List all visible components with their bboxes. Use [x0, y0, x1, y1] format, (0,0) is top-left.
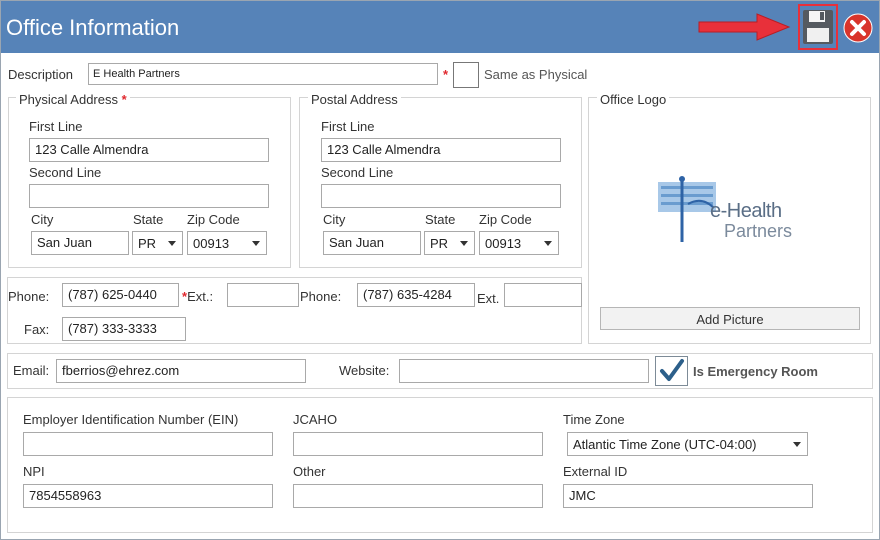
physical-first-line-input[interactable]: 123 Calle Almendra [29, 138, 269, 162]
physical-zip-label: Zip Code [187, 212, 240, 227]
postal-city-label: City [323, 212, 346, 227]
ext-label: *Ext.: [182, 289, 214, 304]
checkmark-icon [660, 359, 684, 381]
caduceus-logo-icon [658, 176, 716, 242]
fax-label: Fax: [24, 322, 50, 337]
website-label: Website: [339, 363, 390, 378]
postal-zip-label: Zip Code [479, 212, 532, 227]
chevron-down-icon [252, 241, 260, 246]
description-label: Description [8, 67, 74, 82]
close-x-icon[interactable] [843, 13, 873, 43]
office-logo-legend: Office Logo [597, 92, 670, 107]
phone-label: Phone: [8, 289, 50, 304]
ext2-input[interactable] [504, 283, 582, 307]
postal-city-input[interactable]: San Juan [323, 231, 421, 255]
emergency-room-label: Is Emergency Room [693, 364, 818, 379]
postal-first-line-input[interactable]: 123 Calle Almendra [321, 138, 561, 162]
chevron-down-icon [460, 241, 468, 246]
physical-state-select[interactable]: PR [132, 231, 183, 255]
email-input[interactable]: fberrios@ehrez.com [56, 359, 306, 383]
phone2-label: Phone: [300, 289, 342, 304]
ext-input[interactable] [227, 283, 299, 307]
postal-second-line-label: Second Line [321, 165, 394, 180]
description-input[interactable]: E Health Partners [88, 63, 438, 85]
logo-brand-top: e-Health [710, 200, 782, 222]
website-input[interactable] [399, 359, 649, 383]
emergency-room-checkbox[interactable] [655, 356, 688, 386]
npi-input[interactable]: 7854558963 [23, 484, 273, 508]
physical-first-line-label: First Line [29, 119, 83, 134]
physical-city-input[interactable]: San Juan [31, 231, 129, 255]
postal-state-select[interactable]: PR [424, 231, 475, 255]
same-as-physical-label: Same as Physical [484, 67, 588, 82]
fax-input[interactable]: (787) 333-3333 [62, 317, 186, 341]
phone-input[interactable]: (787) 625-0440 [62, 283, 179, 307]
email-label: Email: [13, 363, 50, 378]
same-as-physical-checkbox[interactable] [453, 62, 479, 88]
chevron-down-icon [793, 442, 801, 447]
timezone-label: Time Zone [563, 412, 625, 427]
ein-label: Employer Identification Number (EIN) [23, 412, 239, 427]
physical-zip-select[interactable]: 00913 [187, 231, 267, 255]
physical-second-line-input[interactable] [29, 184, 269, 208]
npi-label: NPI [23, 464, 45, 479]
chevron-down-icon [544, 241, 552, 246]
required-asterisk: * [443, 67, 449, 82]
postal-second-line-input[interactable] [321, 184, 561, 208]
save-button[interactable] [798, 4, 838, 50]
external-id-label: External ID [563, 464, 628, 479]
other-label: Other [293, 464, 326, 479]
office-information-window: Office Information Description E Health … [0, 0, 880, 540]
office-logo-image: e-Health Partners [658, 174, 804, 244]
postal-zip-select[interactable]: 00913 [479, 231, 559, 255]
jcaho-label: JCAHO [293, 412, 338, 427]
window-title: Office Information [6, 15, 180, 40]
logo-brand-bottom: Partners [724, 221, 793, 241]
floppy-save-icon [803, 10, 833, 44]
phone2-input[interactable]: (787) 635-4284 [357, 283, 475, 307]
title-bar: Office Information [1, 1, 879, 53]
postal-first-line-label: First Line [321, 119, 375, 134]
physical-state-label: State [133, 212, 164, 227]
postal-state-label: State [425, 212, 456, 227]
jcaho-input[interactable] [293, 432, 543, 456]
timezone-select[interactable]: Atlantic Time Zone (UTC-04:00) [567, 432, 808, 456]
ext2-label: Ext. [477, 291, 500, 306]
ein-input[interactable] [23, 432, 273, 456]
physical-address-legend: Physical Address * [16, 92, 130, 107]
other-input[interactable] [293, 484, 543, 508]
postal-address-legend: Postal Address [308, 92, 401, 107]
physical-second-line-label: Second Line [29, 165, 102, 180]
add-picture-button[interactable]: Add Picture [600, 307, 860, 330]
physical-city-label: City [31, 212, 54, 227]
red-arrow-annotation [698, 13, 791, 41]
external-id-input[interactable]: JMC [563, 484, 813, 508]
chevron-down-icon [168, 241, 176, 246]
